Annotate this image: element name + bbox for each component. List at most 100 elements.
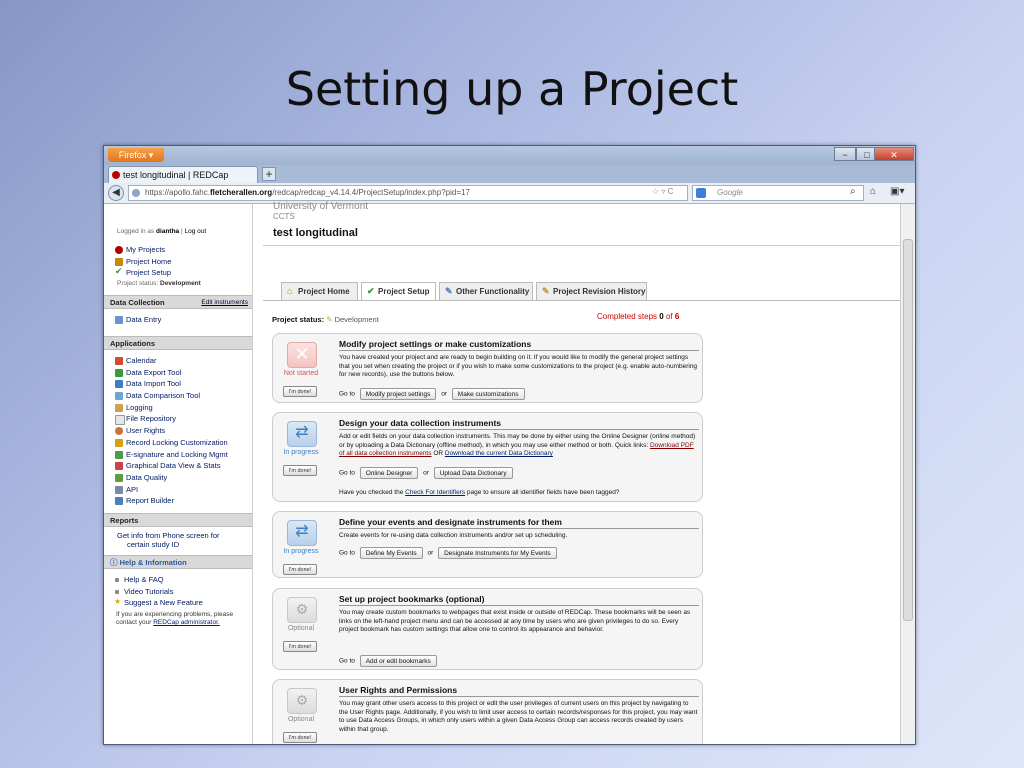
bookmarks-menu-icon[interactable]: ▣▾ xyxy=(890,186,904,197)
search-placeholder: Google xyxy=(717,188,743,197)
sidebar-link-label: Video Tutorials xyxy=(124,586,174,596)
home-icon[interactable]: ⌂ xyxy=(870,186,876,197)
check-identifiers-link[interactable]: Check For Identifiers xyxy=(405,489,465,496)
step-state: Optional xyxy=(287,716,315,723)
tab-divider xyxy=(263,300,903,301)
file-icon xyxy=(115,415,125,426)
sidebar-item-video-tutorials[interactable]: Video Tutorials xyxy=(104,586,252,598)
sidebar-item-esignature[interactable]: E-signature and Locking Mgmt xyxy=(104,449,252,461)
or-label: or xyxy=(423,469,429,477)
step-description: Add or edit fields on your data collecti… xyxy=(339,433,699,459)
help-list: Help & FAQ Video Tutorials ★ Suggest a Ne… xyxy=(104,574,252,609)
project-status: Project status: ✎ Development xyxy=(272,315,379,324)
sidebar-item-record-locking[interactable]: Record Locking Customization xyxy=(104,437,252,449)
define-my-events-button[interactable]: Define My Events xyxy=(359,547,423,559)
magnifier-icon[interactable]: ⌕ xyxy=(850,186,856,197)
calendar-icon xyxy=(115,357,123,365)
tab-revision-history[interactable]: ✎ Project Revision History xyxy=(536,282,647,300)
or-label: or xyxy=(427,549,434,557)
data-entry-icon xyxy=(115,316,123,324)
upload-data-dictionary-button[interactable]: Upload Data Dictionary xyxy=(433,467,513,479)
completed-count: 0 xyxy=(659,312,664,321)
sidebar-item-help-faq[interactable]: Help & FAQ xyxy=(104,574,252,586)
add-edit-bookmarks-button[interactable]: Add or edit bookmarks xyxy=(359,655,437,667)
department-name: CCTS xyxy=(273,212,295,221)
edit-instruments-link[interactable]: Edit instruments xyxy=(201,296,248,310)
site-identity-icon xyxy=(132,189,140,197)
step-divider xyxy=(339,696,699,697)
institution-name: University of Vermont xyxy=(273,201,369,212)
sidebar-item-data-entry[interactable]: Data Entry xyxy=(104,314,252,326)
report-item[interactable]: Get info from Phone screen for certain s… xyxy=(104,531,252,549)
im-done-button[interactable]: I'm done! xyxy=(283,564,317,575)
firefox-menu-button[interactable]: Firefox ▾ xyxy=(108,148,164,162)
browser-tab[interactable]: test longitudinal | REDCap xyxy=(108,166,258,183)
sidebar-item-data-export[interactable]: Data Export Tool xyxy=(104,367,252,379)
sidebar-link-label: Data Quality xyxy=(126,472,168,482)
url-suffix: /redcap/redcap_v4.14.4/ProjectSetup/inde… xyxy=(272,188,470,197)
close-button[interactable]: ✕ xyxy=(874,147,914,161)
sidebar-item-user-rights[interactable]: User Rights xyxy=(104,425,252,437)
reports-header: Reports xyxy=(104,513,252,527)
modify-project-settings-button[interactable]: Modify project settings xyxy=(359,388,437,400)
sidebar-link-label: Data Entry xyxy=(126,315,162,324)
step-modify-settings: ✕ Not started I'm done! Modify project s… xyxy=(272,333,703,403)
sidebar-link-label: Data Export Tool xyxy=(126,367,182,377)
sidebar-item-project-home[interactable]: Project Home xyxy=(104,256,252,268)
bookmark-star-icon[interactable]: ☆ ▿ C xyxy=(652,187,673,196)
download-dictionary-link[interactable]: Download the current Data Dictionary xyxy=(445,450,553,457)
sidebar-item-my-projects[interactable]: My Projects xyxy=(104,244,252,256)
sidebar-item-data-import[interactable]: Data Import Tool xyxy=(104,378,252,390)
step-actions: Go to Modify project settings or Make cu… xyxy=(339,388,528,400)
sidebar-item-data-comparison[interactable]: Data Comparison Tool xyxy=(104,390,252,402)
sidebar-item-suggest-feature[interactable]: ★ Suggest a New Feature xyxy=(104,597,252,609)
help-note-prefix: contact your xyxy=(116,619,152,627)
compare-icon xyxy=(115,392,123,401)
im-done-button[interactable]: I'm done! xyxy=(283,732,317,743)
sidebar-item-file-repository[interactable]: File Repository xyxy=(104,413,252,426)
designate-instruments-button[interactable]: Designate Instruments for My Events xyxy=(438,547,557,559)
step-project-bookmarks: ⚙ Optional I'm done! Set up project book… xyxy=(272,588,703,670)
slide-title: Setting up a Project xyxy=(285,62,739,116)
admin-contact-link[interactable]: REDCap administrator. xyxy=(153,619,219,626)
tab-other-functionality[interactable]: ✎ Other Functionality xyxy=(439,282,533,300)
im-done-button[interactable]: I'm done! xyxy=(283,641,317,652)
bullet-icon xyxy=(115,578,119,582)
project-links: My Projects Project Home ✔ Project Setup … xyxy=(104,244,252,289)
data-collection-title: Data Collection xyxy=(110,298,165,307)
sidebar-item-api[interactable]: API xyxy=(104,484,252,496)
step-divider xyxy=(339,429,699,430)
sidebar-item-graphical-view[interactable]: Graphical Data View & Stats xyxy=(104,460,252,472)
sidebar-link-label: File Repository xyxy=(126,414,177,424)
check-prefix: Have you checked the xyxy=(339,489,404,496)
minimize-button[interactable]: − xyxy=(834,147,856,161)
sidebar-item-data-quality[interactable]: Data Quality xyxy=(104,472,252,484)
optional-icon: ⚙ xyxy=(287,597,317,623)
url-bar[interactable]: https://apollo.fahc.fletcherallen.org/re… xyxy=(128,185,688,201)
tab-project-home[interactable]: ⌂ Project Home xyxy=(281,282,358,300)
im-done-button[interactable]: I'm done! xyxy=(283,386,317,397)
completed-steps: Completed steps 0 of 6 xyxy=(597,312,679,321)
help-note-line1: If you are experiencing problems, please xyxy=(116,611,234,619)
search-input[interactable]: Google xyxy=(692,185,864,201)
make-customizations-button[interactable]: Make customizations xyxy=(451,388,525,400)
goto-label: Go to xyxy=(339,469,355,477)
reports-section: Reports Get info from Phone screen for c… xyxy=(104,513,252,549)
step-define-events: ⇄ In progress I'm done! Define your even… xyxy=(272,511,703,578)
help-title: Help & Information xyxy=(119,558,187,567)
online-designer-button[interactable]: Online Designer xyxy=(359,467,419,479)
tab-project-setup[interactable]: ✔ Project Setup xyxy=(361,282,436,301)
sidebar-item-calendar[interactable]: Calendar xyxy=(104,355,252,367)
sidebar-item-project-setup[interactable]: ✔ Project Setup xyxy=(104,266,252,279)
signature-icon xyxy=(115,450,123,459)
sidebar-item-report-builder[interactable]: Report Builder xyxy=(104,495,252,507)
completed-total: 6 xyxy=(674,312,680,321)
new-tab-button[interactable]: + xyxy=(262,167,276,181)
logout-link[interactable]: Log out xyxy=(184,228,206,235)
scrollbar-thumb[interactable] xyxy=(903,239,913,621)
back-arrow-icon[interactable]: ◀ xyxy=(108,185,124,201)
api-icon xyxy=(115,485,123,494)
sidebar-item-logging[interactable]: Logging xyxy=(104,402,252,414)
export-icon xyxy=(115,368,123,377)
im-done-button[interactable]: I'm done! xyxy=(283,465,317,476)
